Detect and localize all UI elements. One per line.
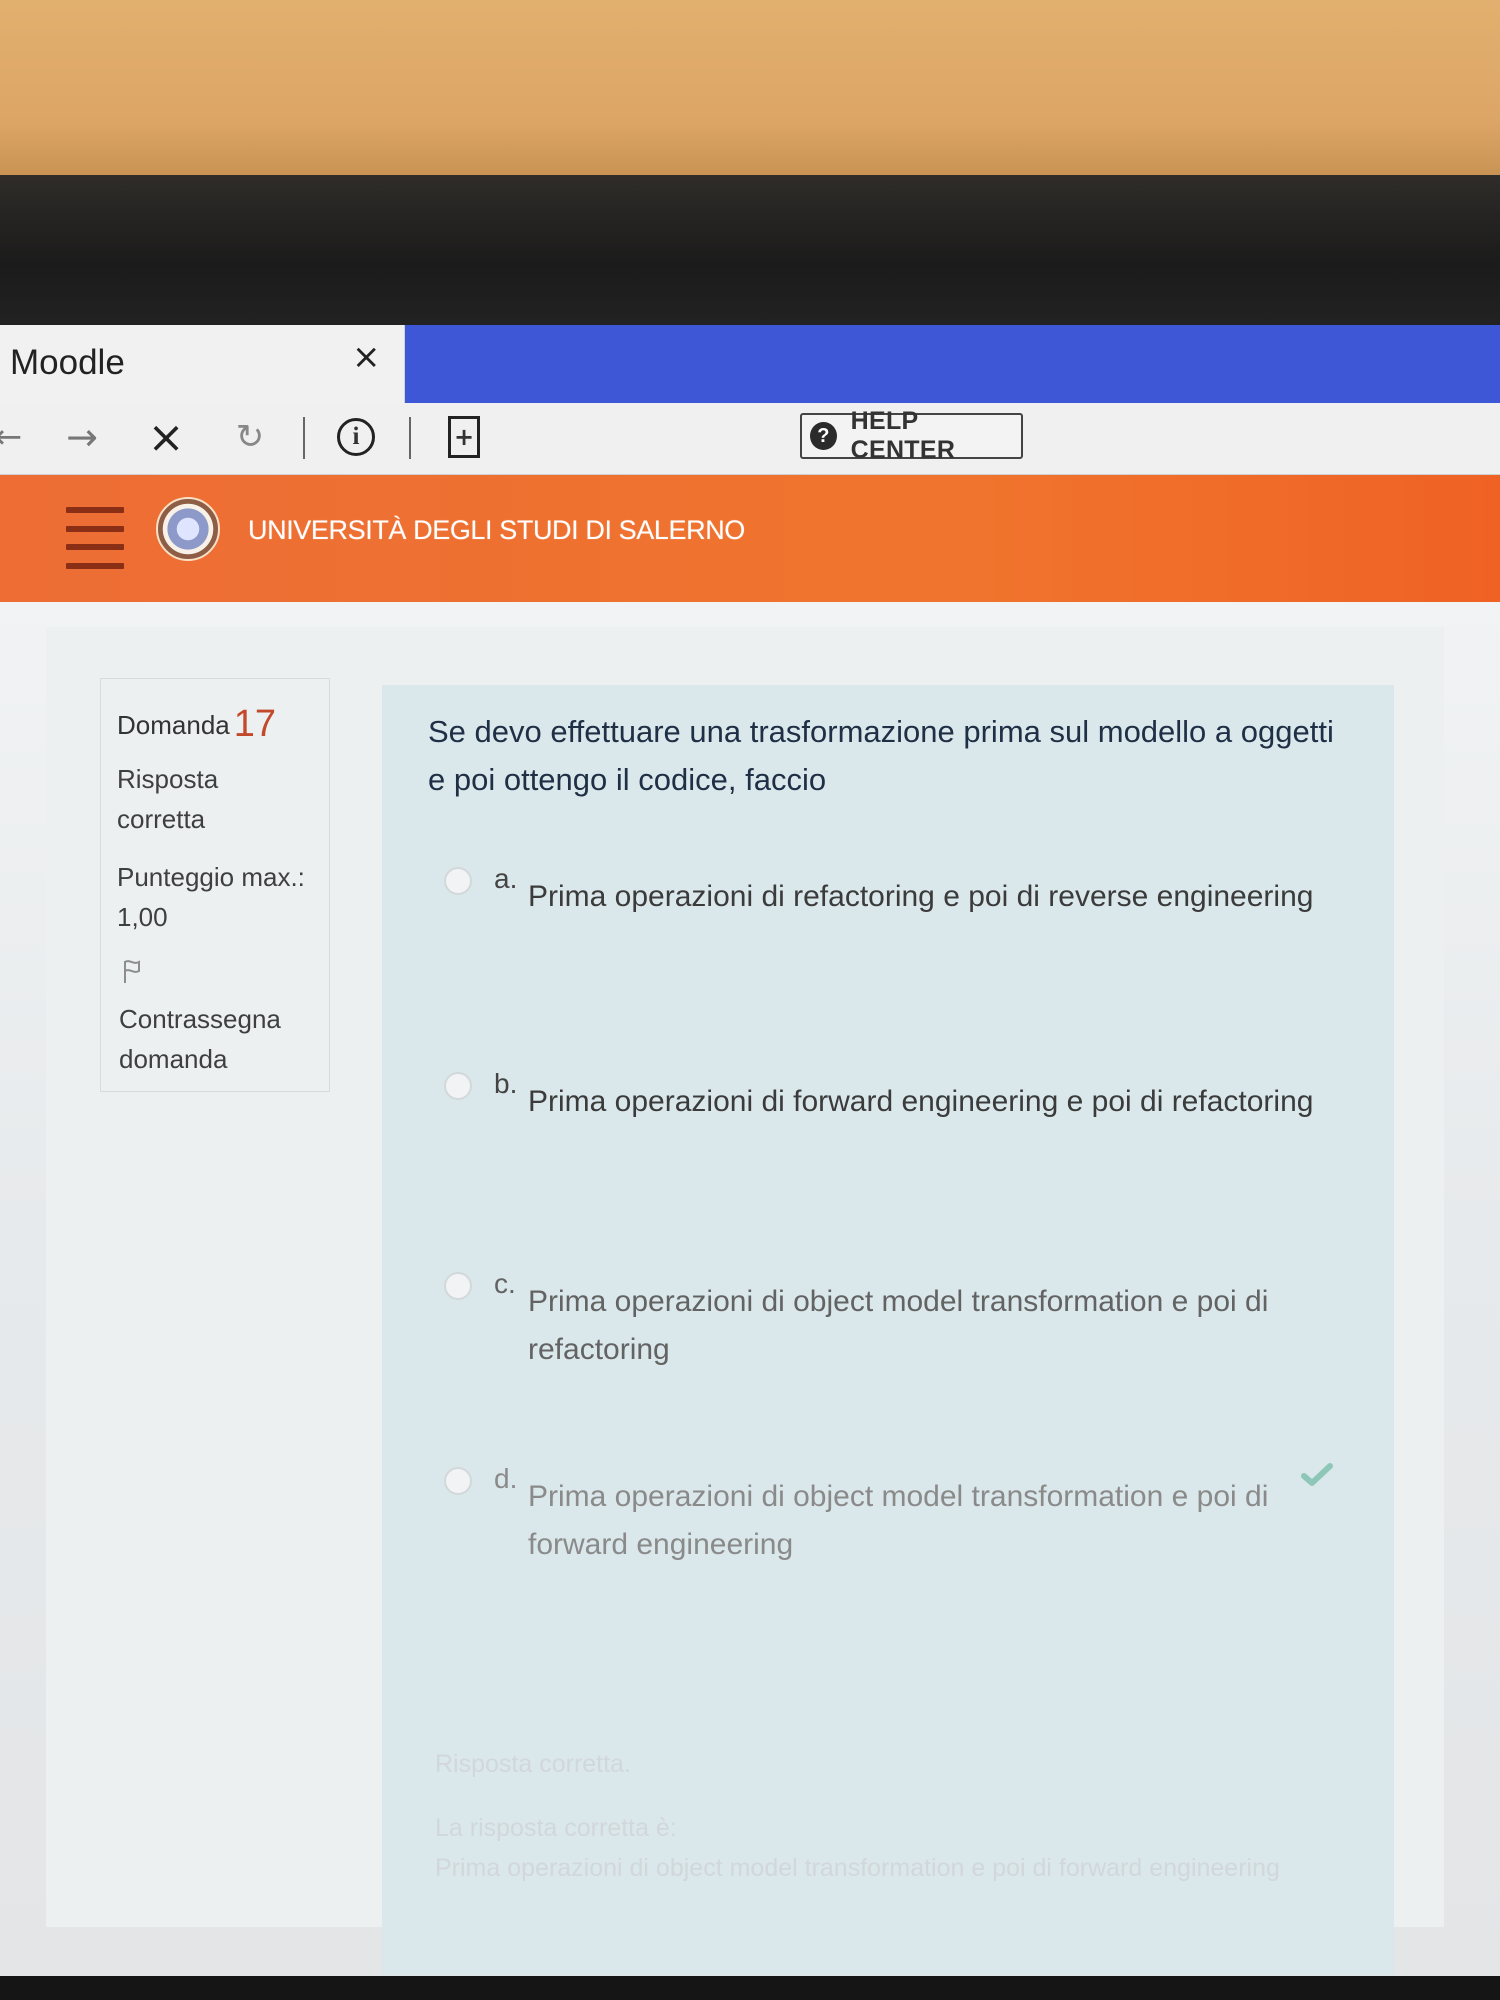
menu-line — [66, 507, 124, 513]
radio-button-a[interactable] — [444, 867, 472, 895]
info-circle: i — [337, 418, 375, 456]
correct-check-icon — [1301, 1463, 1333, 1486]
menu-line — [66, 562, 124, 569]
radio-button-c[interactable] — [444, 1272, 472, 1300]
feedback-correct-answer-text: Prima operazioni di object model transfo… — [435, 1854, 1280, 1882]
answer-option-b[interactable]: b. Prima operazioni di forward engineeri… — [444, 1068, 1344, 1178]
moodle-header: UNIVERSITÀ DEGLI STUDI DI SALERNO — [0, 475, 1500, 602]
forward-arrow-icon[interactable]: → — [56, 411, 108, 463]
site-info-icon[interactable]: i — [330, 411, 382, 463]
close-tab-icon[interactable]: × — [352, 337, 381, 377]
university-seal-logo[interactable] — [156, 497, 220, 561]
page-plus-shape: + — [448, 416, 480, 458]
reload-icon[interactable]: ↻ — [224, 411, 276, 463]
browser-toolbar: ← → × ↻ i + — [0, 403, 1500, 475]
question-number: 17 — [233, 703, 277, 745]
answer-letter-c: c. — [494, 1268, 516, 1299]
answer-option-d[interactable]: d. Prima operazioni di object model tran… — [444, 1463, 1344, 1573]
question-number-label: Domanda 17 — [117, 703, 276, 746]
answer-text-d[interactable]: Prima operazioni di object model transfo… — [528, 1473, 1318, 1569]
help-center-button[interactable]: ? HELP CENTER — [800, 407, 1023, 464]
monitor-bezel — [0, 175, 1500, 325]
browser-tab[interactable]: Moodle × — [0, 325, 405, 403]
answer-text-b[interactable]: Prima operazioni di forward engineering … — [528, 1078, 1318, 1126]
answer-letter-b: b. — [494, 1068, 518, 1099]
toolbar-divider — [303, 417, 305, 459]
tab-title: Moodle — [10, 343, 125, 382]
answer-letter-d: d. — [494, 1463, 518, 1494]
answer-option-a[interactable]: a. Prima operazioni di refactoring e poi… — [444, 863, 1344, 973]
question-text: Se devo effettuare una trasformazione pr… — [428, 714, 1334, 797]
bottom-monitor-edge — [0, 1976, 1500, 2000]
browser-tab-bar: Moodle × — [0, 325, 1500, 403]
correct-answer-feedback: Risposta corretta. La risposta corretta … — [435, 1744, 1285, 1888]
back-arrow-icon[interactable]: ← — [0, 411, 34, 463]
help-center-label: HELP CENTER — [850, 407, 956, 464]
question-status: Risposta corretta — [117, 764, 219, 834]
feedback-correct-answer-label: La risposta corretta è: — [435, 1814, 677, 1842]
answer-letter-a: a. — [494, 863, 518, 894]
menu-line — [66, 544, 124, 551]
question-info-box: Domanda 17 Risposta corretta Punteggio ma… — [100, 678, 330, 1092]
toolbar-divider — [409, 417, 411, 459]
desk-background — [0, 0, 1500, 175]
radio-button-d[interactable] — [444, 1467, 472, 1495]
answer-option-c[interactable]: c. Prima operazioni di object model tran… — [444, 1268, 1344, 1378]
flag-question-link[interactable]: Contrassegna domanda — [119, 999, 309, 1079]
university-name[interactable]: UNIVERSITÀ DEGLI STUDI DI SALERNO — [248, 515, 745, 546]
feedback-title: Risposta corretta. — [435, 1750, 631, 1778]
answer-text-c[interactable]: Prima operazioni di object model transfo… — [528, 1278, 1318, 1374]
menu-icon[interactable] — [66, 507, 124, 569]
radio-button-b[interactable] — [444, 1072, 472, 1100]
answer-text-a[interactable]: Prima operazioni di refactoring e poi di… — [528, 873, 1318, 921]
menu-line — [66, 525, 124, 532]
question-label-text: Domanda — [117, 710, 230, 740]
question-max-score: Punteggio max.: 1,00 — [117, 862, 305, 932]
stop-icon[interactable]: × — [140, 411, 192, 463]
question-mark-icon: ? — [810, 422, 837, 450]
new-page-icon[interactable]: + — [438, 411, 490, 463]
flag-icon[interactable] — [121, 959, 143, 985]
